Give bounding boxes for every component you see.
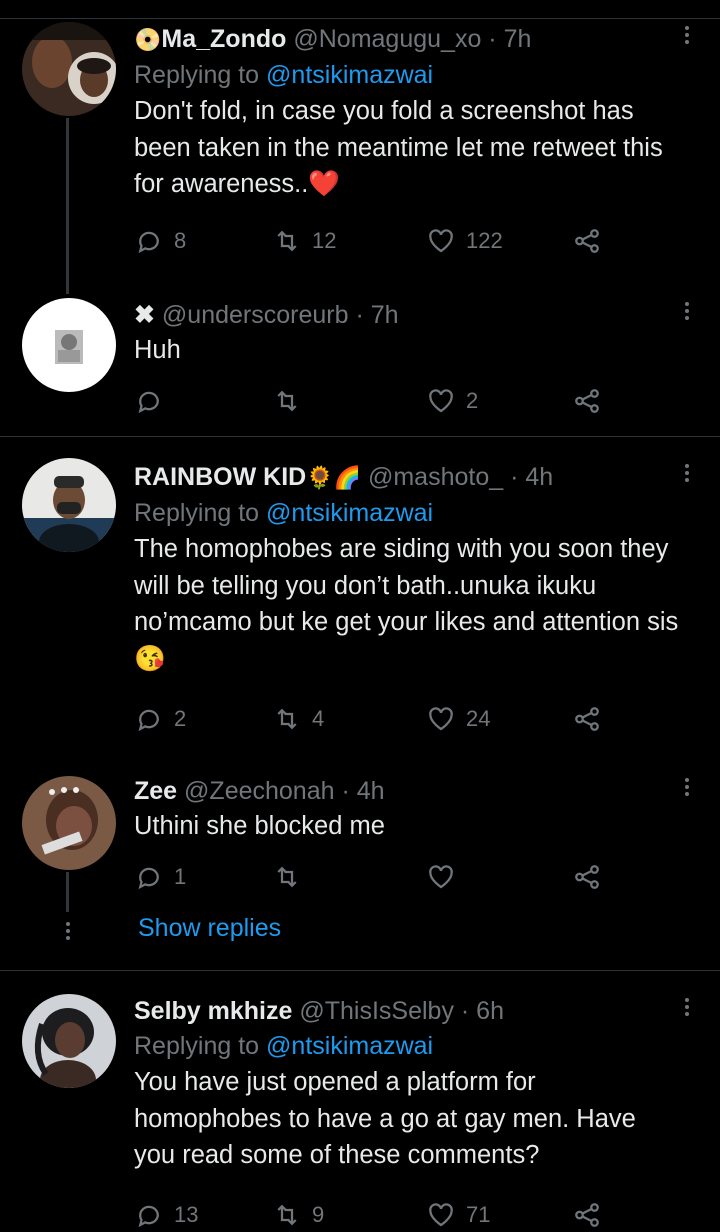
like-count: 24 — [466, 706, 491, 731]
like-count: 2 — [466, 388, 479, 413]
reply-button[interactable] — [134, 384, 164, 418]
tweet-text: The homophobes are siding with you soon … — [134, 535, 679, 673]
author-name[interactable]: Selby mkhize — [134, 997, 292, 1025]
author-name[interactable]: Ma_Zondo — [161, 25, 286, 53]
share-button[interactable] — [572, 1198, 602, 1232]
tweet[interactable]: RAINBOW KID🌻🌈 @mashoto_ · 4h Replying to… — [0, 458, 720, 758]
like-button[interactable]: 2 — [426, 384, 478, 418]
avatar[interactable] — [22, 458, 116, 552]
tweet[interactable]: Zee @Zeechonah · 4h Uthini she blocked m… — [0, 774, 720, 914]
reply-icon — [138, 709, 159, 732]
replying-label: Replying to — [134, 1032, 260, 1060]
reply-button[interactable]: 8 — [134, 224, 186, 258]
avatar[interactable] — [22, 298, 116, 392]
avatar[interactable] — [22, 776, 116, 870]
author-name[interactable]: Zee — [134, 777, 177, 805]
timestamp[interactable]: 7h — [504, 25, 532, 53]
timestamp[interactable]: 6h — [476, 997, 504, 1025]
thread-more-dots[interactable] — [64, 922, 72, 946]
heart-icon — [429, 707, 453, 731]
retweet-count: 4 — [312, 706, 325, 731]
share-icon — [575, 229, 599, 253]
share-icon — [575, 707, 599, 731]
replying-to: Replying to @ntsikimazwai — [134, 1028, 680, 1064]
tweet-text: Huh — [134, 336, 181, 364]
more-options-icon[interactable] — [682, 464, 692, 485]
mention-link[interactable]: @ntsikimazwai — [266, 499, 433, 527]
retweet-button[interactable]: 4 — [272, 702, 324, 736]
heart-icon — [429, 865, 453, 889]
like-button[interactable]: 71 — [426, 1198, 490, 1232]
reply-icon — [138, 231, 159, 254]
share-button[interactable] — [572, 384, 602, 418]
retweet-icon — [277, 866, 297, 888]
reply-count: 8 — [174, 228, 187, 253]
author-handle[interactable]: @Zeechonah — [184, 777, 334, 805]
like-button[interactable]: 24 — [426, 702, 490, 736]
share-button[interactable] — [572, 702, 602, 736]
x-emoji: ✖ — [134, 301, 155, 329]
retweet-button[interactable]: 9 — [272, 1198, 324, 1232]
retweet-button[interactable]: 12 — [272, 224, 336, 258]
retweet-icon — [277, 708, 297, 730]
tweet-text: Uthini she blocked me — [134, 812, 385, 840]
replying-label: Replying to — [134, 61, 260, 89]
disc-emoji: 📀 — [134, 27, 162, 52]
share-button[interactable] — [572, 224, 602, 258]
replying-to: Replying to @ntsikimazwai — [134, 57, 680, 93]
more-options-icon[interactable] — [682, 26, 692, 47]
reply-count: 1 — [174, 864, 187, 889]
sunflower-rainbow-emoji: 🌻🌈 — [306, 465, 362, 490]
share-button[interactable] — [572, 860, 602, 894]
timestamp[interactable]: 4h — [525, 463, 553, 491]
divider — [0, 970, 720, 971]
reply-count: 2 — [174, 706, 187, 731]
author-handle[interactable]: @ThisIsSelby — [299, 997, 454, 1025]
retweet-button[interactable] — [272, 384, 302, 418]
replying-to: Replying to @ntsikimazwai — [134, 495, 680, 531]
timestamp[interactable]: 4h — [357, 777, 385, 805]
tweet-text: Don't fold, in case you fold a screensho… — [134, 97, 663, 198]
more-options-icon[interactable] — [682, 998, 692, 1019]
author-handle[interactable]: @mashoto_ — [368, 463, 503, 491]
avatar[interactable] — [22, 994, 116, 1088]
reply-button[interactable]: 1 — [134, 860, 186, 894]
reply-icon — [138, 867, 159, 890]
retweet-icon — [277, 230, 297, 252]
replying-label: Replying to — [134, 499, 260, 527]
tweet-text: You have just opened a platform for homo… — [134, 1068, 636, 1169]
tweet[interactable]: ✖ @underscoreurb · 7h Huh 2 — [0, 298, 720, 436]
retweet-count: 12 — [312, 228, 337, 253]
author-handle[interactable]: @underscoreurb — [162, 301, 349, 329]
like-count: 122 — [466, 228, 503, 253]
tweet[interactable]: 📀Ma_Zondo @Nomagugu_xo · 7h Replying to … — [0, 18, 720, 298]
divider — [0, 436, 720, 437]
reply-icon — [138, 391, 159, 414]
timestamp[interactable]: 7h — [371, 301, 399, 329]
reply-count: 13 — [174, 1202, 199, 1227]
share-icon — [575, 389, 599, 413]
avatar[interactable] — [22, 22, 116, 116]
author-handle[interactable]: @Nomagugu_xo — [293, 25, 481, 53]
like-count: 71 — [466, 1202, 491, 1227]
reply-button[interactable]: 2 — [134, 702, 186, 736]
retweet-count: 9 — [312, 1202, 325, 1227]
like-button[interactable] — [426, 860, 456, 894]
retweet-icon — [277, 390, 297, 412]
like-button[interactable]: 122 — [426, 224, 503, 258]
mention-link[interactable]: @ntsikimazwai — [266, 1032, 433, 1060]
share-icon — [575, 865, 599, 889]
more-options-icon[interactable] — [682, 302, 692, 323]
reply-button[interactable]: 13 — [134, 1198, 198, 1232]
author-name[interactable]: RAINBOW KID — [134, 463, 306, 491]
mention-link[interactable]: @ntsikimazwai — [266, 61, 433, 89]
more-options-icon[interactable] — [682, 778, 692, 799]
tweet[interactable]: Selby mkhize @ThisIsSelby · 6h Replying … — [0, 994, 720, 1228]
retweet-button[interactable] — [272, 860, 302, 894]
show-replies-link[interactable]: Show replies — [138, 914, 281, 943]
heart-icon — [429, 389, 453, 413]
heart-icon — [429, 229, 453, 253]
